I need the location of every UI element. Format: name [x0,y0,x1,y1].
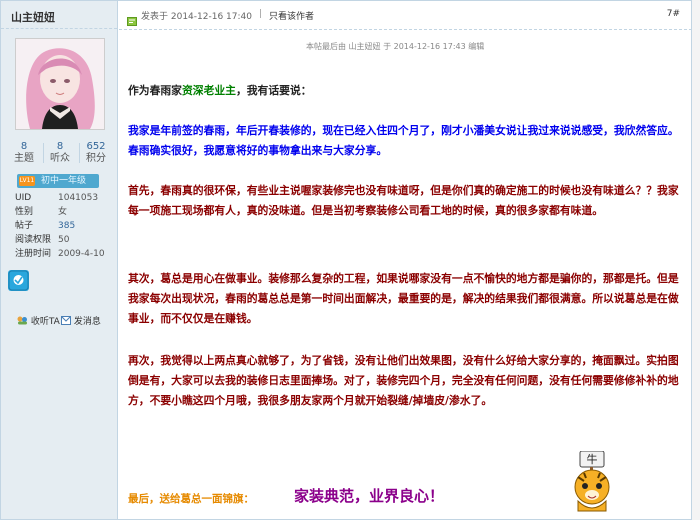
post-time: 发表于 2014-12-16 17:40 [141,12,252,22]
scrollbar-edge[interactable] [692,0,700,520]
stat-threads[interactable]: 8 主题 [7,141,41,165]
author-only-link[interactable]: 只看该作者 [269,9,314,22]
paragraph-1: 我家是年前签的春雨，年后开春装修的，现在已经入住四个月了，刚才小潘美女说让我过来… [128,124,679,157]
intro-highlight: 资深老业主 [181,84,236,97]
medal-icon[interactable] [8,270,29,291]
post-main: 发表于 2014-12-16 17:40 | 只看该作者 7# 本帖最后由 山主… [119,1,691,519]
paragraph-4: 再次，我觉得以上两点真心就够了，为了省钱，没有让他们出效果图，没有什么好给大家分… [128,354,679,407]
info-row-registered: 注册时间 2009-4-10 [15,247,115,261]
svg-text:牛: 牛 [587,452,598,466]
info-value: 1041053 [58,193,99,203]
info-key: 帖子 [15,221,34,231]
info-value: 50 [58,235,70,245]
author-stats: 8 主题 8 听众 652 积分 [5,141,113,165]
author-bar: 山主妞妞 [1,1,117,29]
stat-points-value: 652 [86,141,106,152]
intro-text-end: ，我有话要说： [235,84,312,97]
post-frame: 山主妞妞 8 主题 8 听众 652 积分 LV11 初中一年级 UID 104… [0,0,692,520]
stat-threads-value: 8 [20,141,28,152]
info-key: 注册时间 [15,249,52,259]
intro-line: 作为春雨家资深老业主，我有话要说： [128,81,312,101]
stat-threads-label: 主题 [14,153,34,164]
edit-note: 本帖最后由 山主妞妞 于 2014-12-16 17:43 编辑 [306,42,485,51]
paragraph-2: 首先，春雨真的很环保，有些业主说喔家装修完也没有味道呀，但是你们真的确定施工的时… [128,184,679,217]
rank-badge: LV11 初中一年级 [17,174,99,188]
info-row-posts: 帖子 385 [15,219,115,233]
paragraph-3: 其次，葛总是用心在做事业。装修那么复杂的工程，如果说哪家没有一点不愉快的地方都是… [128,272,679,325]
post-meta-bar: 发表于 2014-12-16 17:40 | 只看该作者 7# [119,1,691,30]
stat-listeners-label: 听众 [50,153,70,164]
author-sidebar: 山主妞妞 8 主题 8 听众 652 积分 LV11 初中一年级 UID 104… [1,1,118,519]
message-link[interactable]: 发消息 [61,314,101,327]
rank-title: 初中一年级 [41,176,87,186]
info-row-permission: 阅读权限 50 [15,233,115,247]
info-row-gender: 性别 女 [15,205,115,219]
stat-points-label: 积分 [86,153,106,164]
info-row-uid: UID 1041053 [15,191,115,205]
rank-level: LV11 [19,176,35,186]
info-key: 阅读权限 [15,235,52,245]
tiger-emoticon: 牛 [564,450,620,513]
author-name[interactable]: 山主妞妞 [11,9,55,25]
info-value: 2009-4-10 [58,249,105,259]
info-key: 性别 [15,207,34,217]
follow-icon [17,316,28,325]
floor-number[interactable]: 7# [667,9,680,19]
stat-listeners[interactable]: 8 听众 [43,141,77,165]
message-label: 发消息 [73,317,101,327]
intro-text: 作为春雨家 [128,84,182,97]
info-key: UID [15,193,32,203]
info-posts-link[interactable]: 385 [58,219,75,233]
follow-link[interactable]: 收听TA [17,314,60,327]
stat-points[interactable]: 652 积分 [79,141,113,165]
meta-separator: | [259,9,263,19]
author-info: UID 1041053 性别 女 帖子 385 阅读权限 50 注册时间 200… [15,191,115,261]
avatar[interactable] [15,38,105,130]
follow-label: 收听TA [30,317,60,327]
stat-listeners-value: 8 [56,141,64,152]
final-motto: 家装典范，业界良心！ [294,487,445,505]
post-time-icon [127,11,137,30]
final-lead: 最后，送给葛总一面锦旗： [128,493,254,505]
message-icon [61,316,71,325]
info-value: 女 [58,207,68,217]
